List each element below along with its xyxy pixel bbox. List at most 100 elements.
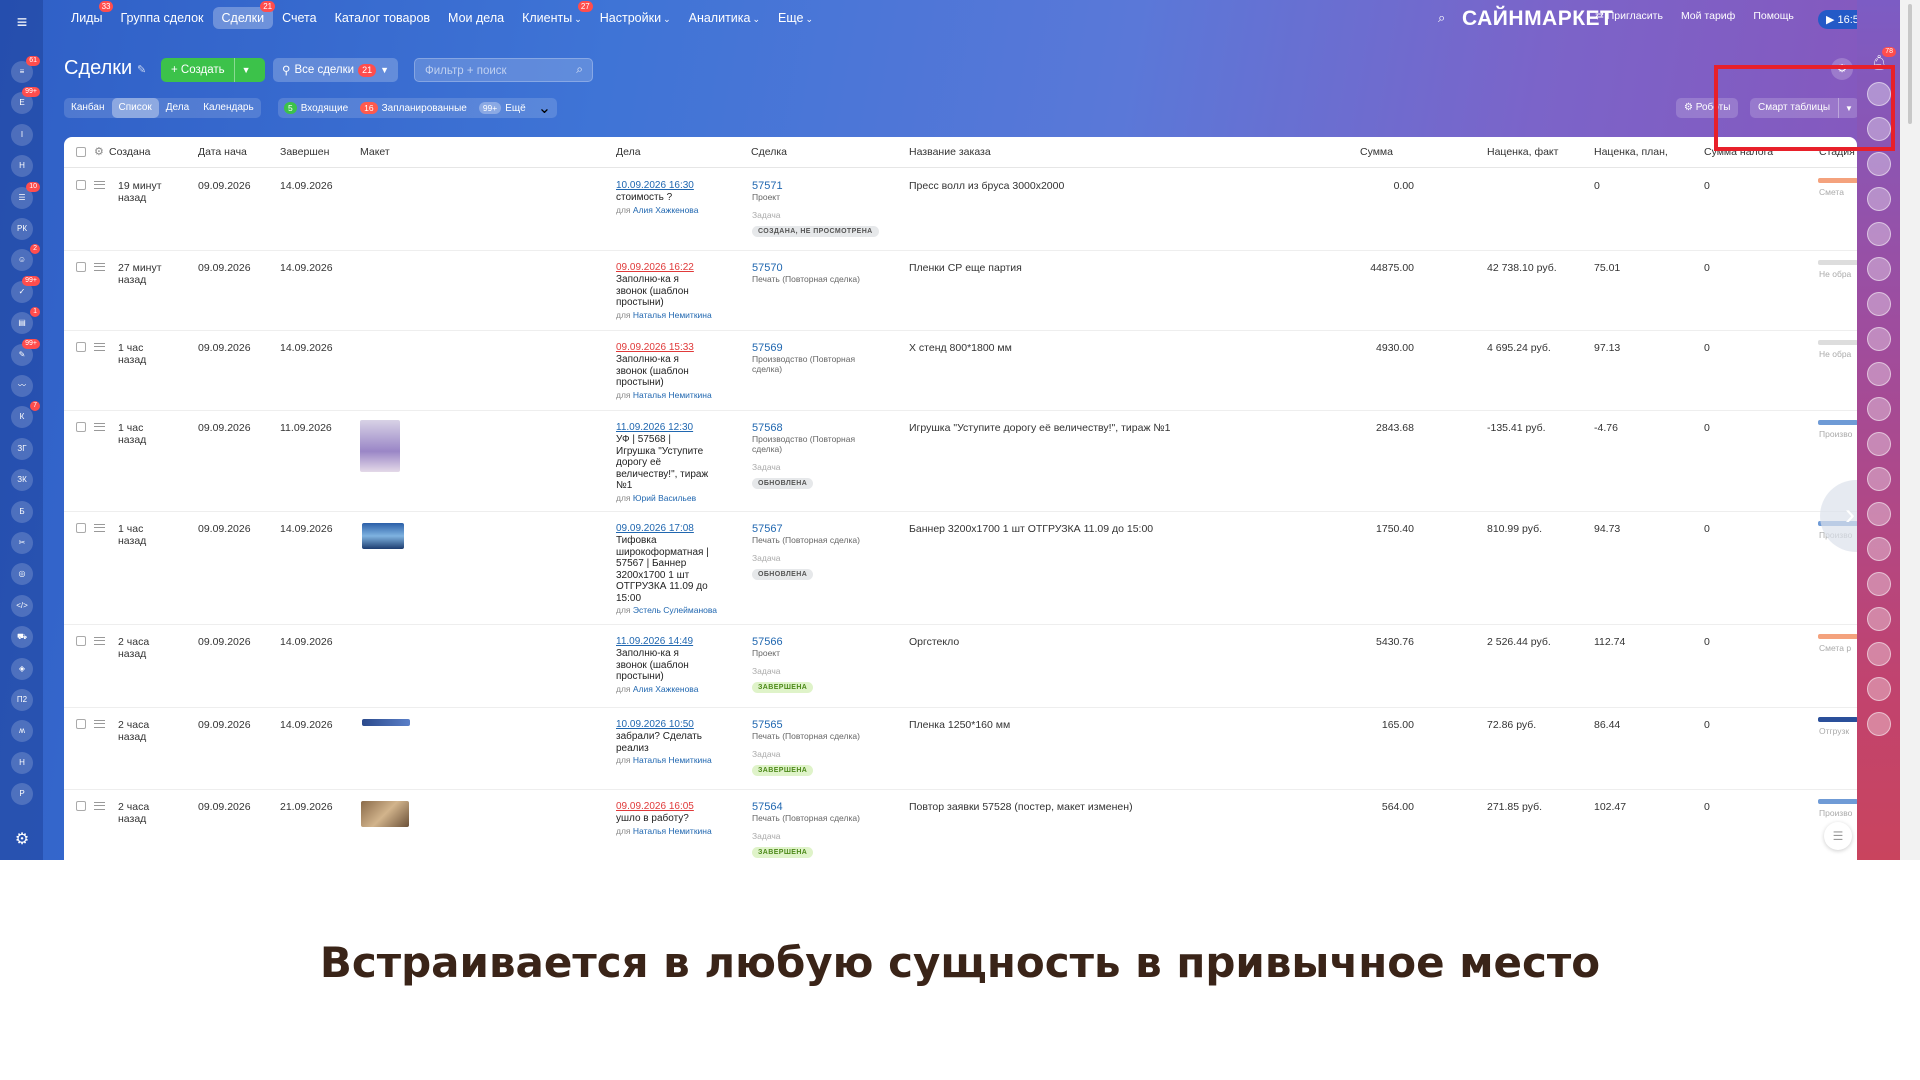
contact-avatar[interactable] (1867, 467, 1891, 491)
stage-progress-bar[interactable] (1818, 634, 1857, 639)
sidebar-item-2[interactable]: I (11, 123, 33, 146)
column-header-7[interactable]: Сумма (1360, 137, 1393, 167)
layout-thumbnail[interactable] (362, 719, 410, 726)
activity-deadline-link[interactable]: 11.09.2026 12:30 (616, 422, 693, 434)
nav-item-8[interactable]: Аналитика ⌄ (680, 7, 769, 29)
responsible-name-link[interactable]: Наталья Немиткина (633, 755, 712, 765)
layout-thumbnail[interactable] (360, 420, 400, 472)
activity-text[interactable]: ОТГРУЗКА 11.09 до (616, 581, 728, 593)
contact-avatar[interactable] (1867, 712, 1891, 736)
row-menu-icon[interactable] (94, 343, 105, 351)
view-tab-3[interactable]: Календарь (196, 98, 260, 118)
view-tab-0[interactable]: Канбан (64, 98, 112, 118)
activity-text[interactable]: широкоформатная | (616, 547, 728, 559)
layout-thumbnail[interactable] (362, 523, 404, 549)
stage-progress-bar[interactable] (1818, 340, 1857, 345)
responsible-name-link[interactable]: Эстель Сулейманова (633, 605, 717, 615)
responsible-name-link[interactable]: Юрий Васильев (633, 493, 696, 503)
counter-label[interactable]: Запланированные (382, 103, 467, 114)
filter-search-input[interactable] (415, 59, 567, 83)
activity-deadline-link[interactable]: 09.09.2026 16:05 (616, 801, 694, 813)
nav-item-0[interactable]: Лиды 33 (62, 1, 114, 29)
sidebar-item-16[interactable]: ◎ (11, 563, 33, 586)
nav-item-2[interactable]: Сделки 21 (212, 1, 276, 29)
activity-text[interactable]: звонок (шаблон (616, 660, 728, 672)
column-header-8[interactable]: Наценка, факт (1487, 137, 1558, 167)
responsible-name-link[interactable]: Наталья Немиткина (633, 310, 712, 320)
row-checkbox[interactable] (76, 719, 86, 729)
activity-text[interactable]: 57567 | Баннер (616, 558, 728, 570)
sidebar-item-10[interactable]: 〰 (11, 375, 33, 397)
activity-text[interactable]: Игрушка "Уступите (616, 446, 728, 458)
contact-avatar[interactable] (1867, 222, 1891, 246)
sidebar-item-4[interactable]: ☰ 10 (11, 181, 40, 209)
row-menu-icon[interactable] (94, 263, 105, 271)
contact-avatar[interactable] (1867, 502, 1891, 526)
activity-deadline-link[interactable]: 09.09.2026 15:33 (616, 342, 694, 354)
row-checkbox[interactable] (76, 801, 86, 811)
sidebar-item-6[interactable]: ☺ 2 (11, 244, 40, 272)
sidebar-item-23[interactable]: Р (11, 783, 33, 806)
column-header-5[interactable]: Сделка (751, 137, 787, 167)
sidebar-item-1[interactable]: Е 99+ (11, 87, 40, 115)
global-search-icon[interactable]: ⌕ (1438, 10, 1445, 26)
responsible-name-link[interactable]: Наталья Немиткина (633, 826, 712, 836)
stage-progress-bar[interactable] (1818, 178, 1857, 183)
activity-text[interactable]: простыни) (616, 297, 728, 309)
counter-label[interactable]: Входящие (301, 103, 348, 114)
row-checkbox[interactable] (76, 262, 86, 272)
row-checkbox[interactable] (76, 523, 86, 533)
sidebar-item-12[interactable]: ЗГ (11, 437, 33, 460)
nav-item-4[interactable]: Каталог товаров (326, 7, 439, 29)
invite-link[interactable]: ⇄ Пригласить (1595, 10, 1663, 22)
row-checkbox[interactable] (76, 342, 86, 352)
contact-avatar[interactable] (1867, 292, 1891, 316)
contact-avatar[interactable] (1867, 397, 1891, 421)
row-menu-icon[interactable] (94, 720, 105, 728)
deal-id-link[interactable]: 57565 (752, 719, 783, 731)
contact-avatar[interactable] (1867, 677, 1891, 701)
column-header-6[interactable]: Название заказа (909, 137, 991, 167)
sidebar-item-19[interactable]: ◈ (11, 657, 33, 680)
chevron-down-icon[interactable]: ▼ (235, 65, 258, 75)
pin-icon[interactable]: ✎ (137, 63, 146, 76)
row-menu-icon[interactable] (94, 181, 105, 189)
deal-id-link[interactable]: 57571 (752, 180, 783, 192)
row-checkbox[interactable] (76, 636, 86, 646)
tariff-link[interactable]: Мой тариф (1681, 10, 1735, 22)
create-button[interactable]: + Создать ▼ (161, 58, 265, 82)
activity-text[interactable]: стоимость ? (616, 192, 728, 204)
contact-avatar[interactable] (1867, 572, 1891, 596)
sidebar-item-17[interactable]: </> (11, 594, 33, 617)
activity-text[interactable]: №1 (616, 480, 728, 492)
nav-item-1[interactable]: Группа сделок (111, 7, 212, 29)
nav-item-9[interactable]: Еще ⌄ (769, 7, 822, 29)
responsible-name-link[interactable]: Алия Хажкенова (633, 684, 699, 694)
row-menu-icon[interactable] (94, 524, 105, 532)
help-link[interactable]: Помощь (1753, 10, 1794, 22)
nav-item-3[interactable]: Счета (273, 7, 325, 29)
filter-preset-button[interactable]: ⚲ Все сделки 21 ▼ (273, 58, 399, 82)
activity-text[interactable]: простыни) (616, 671, 728, 683)
activity-deadline-link[interactable]: 09.09.2026 17:08 (616, 523, 694, 535)
column-header-0[interactable]: Создана (109, 137, 151, 167)
contact-avatar[interactable] (1867, 362, 1891, 386)
activity-text[interactable]: звонок (шаблон (616, 286, 728, 298)
activity-deadline-link[interactable]: 11.09.2026 14:49 (616, 636, 693, 648)
deal-id-link[interactable]: 57567 (752, 523, 783, 535)
sidebar-item-8[interactable]: ▤ 1 (11, 307, 40, 335)
sidebar-item-9[interactable]: ✎ 99+ (11, 338, 40, 366)
contact-avatar[interactable] (1867, 327, 1891, 351)
contact-avatar[interactable] (1867, 152, 1891, 176)
sidebar-item-3[interactable]: Н (11, 155, 33, 178)
nav-item-6[interactable]: Клиенты ⌄ 27 (513, 1, 593, 29)
sidebar-item-14[interactable]: Б (11, 500, 33, 523)
activity-text[interactable]: звонок (шаблон (616, 366, 728, 378)
column-header-9[interactable]: Наценка, план, (1594, 137, 1668, 167)
column-header-2[interactable]: Завершен (280, 137, 329, 167)
scrollbar-thumb[interactable] (1908, 4, 1912, 124)
view-tab-2[interactable]: Дела (159, 98, 196, 118)
responsible-name-link[interactable]: Алия Хажкенова (633, 205, 699, 215)
activity-deadline-link[interactable]: 10.09.2026 10:50 (616, 719, 694, 731)
activity-text[interactable]: Заполню-ка я (616, 274, 728, 286)
